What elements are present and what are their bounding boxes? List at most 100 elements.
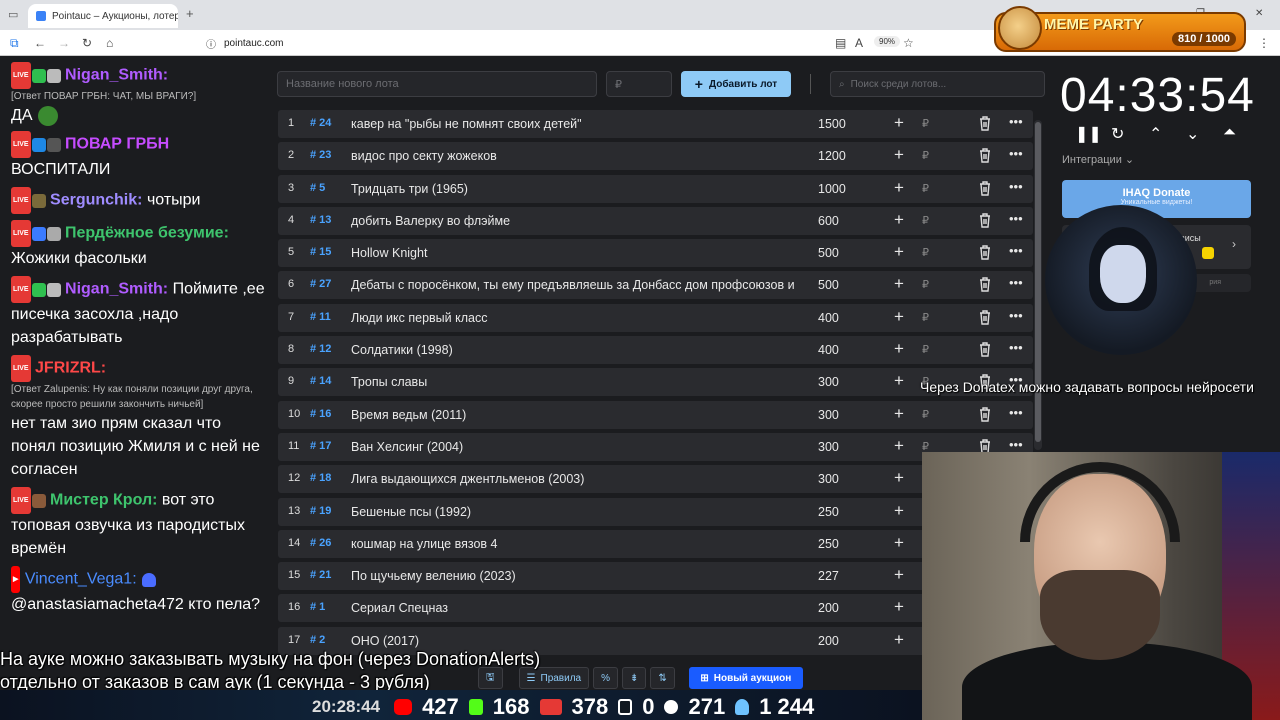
- delete-icon[interactable]: [978, 341, 992, 357]
- lot-row[interactable]: 14 # 26 кошмар на улице вязов 4 250 +: [278, 529, 1033, 558]
- add-amount-icon[interactable]: +: [894, 533, 904, 553]
- browser-tab[interactable]: Pointauc – Аукционы, лотереи ✕: [28, 4, 178, 28]
- new-tab-icon[interactable]: +: [186, 6, 194, 21]
- ruble-input-icon[interactable]: ₽: [922, 246, 929, 259]
- site-info-icon[interactable]: ⓘ: [206, 36, 216, 51]
- url-field[interactable]: ⓘ pointauc.com: [206, 34, 283, 52]
- forward-icon[interactable]: →: [58, 36, 70, 50]
- ruble-input-icon[interactable]: ₽: [922, 214, 929, 227]
- more-icon[interactable]: •••: [1009, 114, 1023, 129]
- sidebar-toggle-icon[interactable]: ⧉: [10, 36, 19, 51]
- lot-name[interactable]: кавер на "рыбы не помнят своих детей": [351, 117, 803, 131]
- ruble-input-icon[interactable]: ₽: [922, 408, 929, 421]
- ruble-input-icon[interactable]: ₽: [922, 117, 929, 130]
- lot-row[interactable]: 2 # 23 видос про секту жожеков 1200 + ₽ •••: [278, 142, 1033, 171]
- delete-icon[interactable]: [978, 147, 992, 163]
- lot-row[interactable]: 6 # 27 Дебаты с поросёнком, ты ему предъяв…: [278, 271, 1033, 300]
- favorite-icon[interactable]: ☆: [903, 36, 914, 50]
- new-lot-input[interactable]: Название нового лота: [277, 71, 597, 97]
- translate-icon[interactable]: A: [855, 36, 863, 50]
- lot-name[interactable]: Время ведьм (2011): [351, 408, 803, 422]
- lot-row[interactable]: 3 # 5 Тридцать три (1965) 1000 + ₽ •••: [278, 174, 1033, 203]
- percent-button[interactable]: %: [593, 667, 619, 689]
- lot-name[interactable]: ОНО (2017): [351, 634, 803, 648]
- reload-icon[interactable]: ↻: [82, 36, 92, 50]
- more-icon[interactable]: •••: [1009, 437, 1023, 452]
- integrations-dropdown[interactable]: Интеграции ⌄: [1062, 153, 1134, 166]
- sort-button[interactable]: ⇅: [650, 667, 675, 689]
- lot-row[interactable]: 12 # 18 Лига выдающихся джентльменов (2003…: [278, 465, 1033, 494]
- lot-name[interactable]: Дебаты с поросёнком, ты ему предъявляешь…: [351, 278, 803, 292]
- more-icon[interactable]: •••: [1009, 146, 1023, 161]
- add-amount-icon[interactable]: +: [894, 404, 904, 424]
- add-amount-icon[interactable]: +: [894, 178, 904, 198]
- ruble-input-icon[interactable]: ₽: [922, 149, 929, 162]
- add-amount-icon[interactable]: +: [894, 307, 904, 327]
- tab-actions-icon[interactable]: ▭: [8, 8, 18, 21]
- back-icon[interactable]: ←: [34, 36, 46, 50]
- lot-name[interactable]: Тридцать три (1965): [351, 182, 803, 196]
- lot-search-input[interactable]: ⌕ Поиск среди лотов...: [830, 71, 1045, 97]
- lot-row[interactable]: 4 # 13 добить Валерку во флэйме 600 + ₽ •••: [278, 206, 1033, 235]
- add-amount-icon[interactable]: +: [894, 371, 904, 391]
- split-button[interactable]: ⇟: [622, 667, 647, 689]
- home-icon[interactable]: ⌂: [106, 36, 113, 50]
- delete-icon[interactable]: [978, 276, 992, 293]
- add-amount-icon[interactable]: +: [894, 630, 904, 650]
- add-amount-icon[interactable]: +: [894, 565, 904, 585]
- add-amount-icon[interactable]: +: [894, 436, 904, 456]
- lot-name[interactable]: Люди икс первый класс: [351, 311, 803, 325]
- more-icon[interactable]: •••: [1009, 405, 1023, 420]
- lot-name[interactable]: видос про секту жожеков: [351, 149, 803, 163]
- ruble-input-icon[interactable]: ₽: [922, 343, 929, 356]
- menu-icon[interactable]: ⋮: [1258, 36, 1270, 50]
- lot-row[interactable]: 8 # 12 Солдатики (1998) 400 + ₽ •••: [278, 336, 1033, 365]
- more-icon[interactable]: •••: [1009, 243, 1023, 258]
- lot-row[interactable]: 10 # 16 Время ведьм (2011) 300 + ₽ •••: [278, 400, 1033, 429]
- more-icon[interactable]: •••: [1009, 211, 1023, 226]
- lot-amount-input[interactable]: ₽: [606, 71, 672, 97]
- lot-name[interactable]: Лига выдающихся джентльменов (2003): [351, 472, 803, 486]
- lot-row[interactable]: 15 # 21 По щучьему велению (2023) 227 +: [278, 562, 1033, 591]
- add-amount-icon[interactable]: +: [894, 113, 904, 133]
- lot-row[interactable]: 7 # 11 Люди икс первый класс 400 + ₽ •••: [278, 303, 1033, 332]
- more-icon[interactable]: •••: [1009, 179, 1023, 194]
- add-amount-icon[interactable]: +: [894, 339, 904, 359]
- add-amount-icon[interactable]: +: [894, 242, 904, 262]
- pause-icon[interactable]: ❚❚: [1075, 124, 1102, 144]
- delete-icon[interactable]: [978, 309, 992, 325]
- lot-name[interactable]: Сериал Спецназ: [351, 601, 803, 615]
- ruble-input-icon[interactable]: ₽: [922, 182, 929, 195]
- add-amount-icon[interactable]: +: [894, 145, 904, 165]
- lot-row[interactable]: 16 # 1 Сериал Спецназ 200 +: [278, 594, 1033, 623]
- zoom-level[interactable]: 90%: [874, 36, 901, 47]
- add-amount-icon[interactable]: +: [894, 210, 904, 230]
- ruble-input-icon[interactable]: ₽: [922, 278, 929, 291]
- delete-icon[interactable]: [978, 212, 992, 228]
- lot-name[interactable]: По щучьему велению (2023): [351, 569, 803, 583]
- delete-icon[interactable]: [978, 115, 992, 131]
- chevron-right-icon[interactable]: ›: [1232, 237, 1236, 251]
- chevron-up-icon[interactable]: ⌃: [1149, 124, 1162, 144]
- close-window-icon[interactable]: ✕: [1255, 8, 1263, 19]
- lot-row[interactable]: 1 # 24 кавер на "рыбы не помнят своих дете…: [278, 110, 1033, 138]
- reset-icon[interactable]: ↻: [1111, 124, 1124, 144]
- chevron-down-icon[interactable]: ⌄: [1186, 124, 1199, 144]
- more-icon[interactable]: •••: [1009, 275, 1023, 290]
- lot-name[interactable]: кошмар на улице вязов 4: [351, 537, 803, 551]
- lot-name[interactable]: Тропы славы: [351, 375, 803, 389]
- lot-name[interactable]: Ван Хелсинг (2004): [351, 440, 803, 454]
- add-amount-icon[interactable]: +: [894, 501, 904, 521]
- add-amount-icon[interactable]: +: [894, 274, 904, 294]
- double-chevron-up-icon[interactable]: ⏶: [1223, 124, 1236, 142]
- delete-icon[interactable]: [978, 244, 992, 260]
- lot-row[interactable]: 11 # 17 Ван Хелсинг (2004) 300 + ₽ •••: [278, 432, 1033, 461]
- delete-icon[interactable]: [978, 406, 992, 422]
- more-icon[interactable]: •••: [1009, 340, 1023, 355]
- lot-row[interactable]: 13 # 19 Бешеные псы (1992) 250 +: [278, 497, 1033, 526]
- lot-row[interactable]: 5 # 15 Hollow Knight 500 + ₽ •••: [278, 239, 1033, 268]
- reader-view-icon[interactable]: ▤: [835, 36, 846, 50]
- add-lot-button[interactable]: + Добавить лот: [681, 71, 791, 97]
- new-auction-button[interactable]: ⊞ Новый аукцион: [688, 667, 803, 689]
- add-amount-icon[interactable]: +: [894, 468, 904, 488]
